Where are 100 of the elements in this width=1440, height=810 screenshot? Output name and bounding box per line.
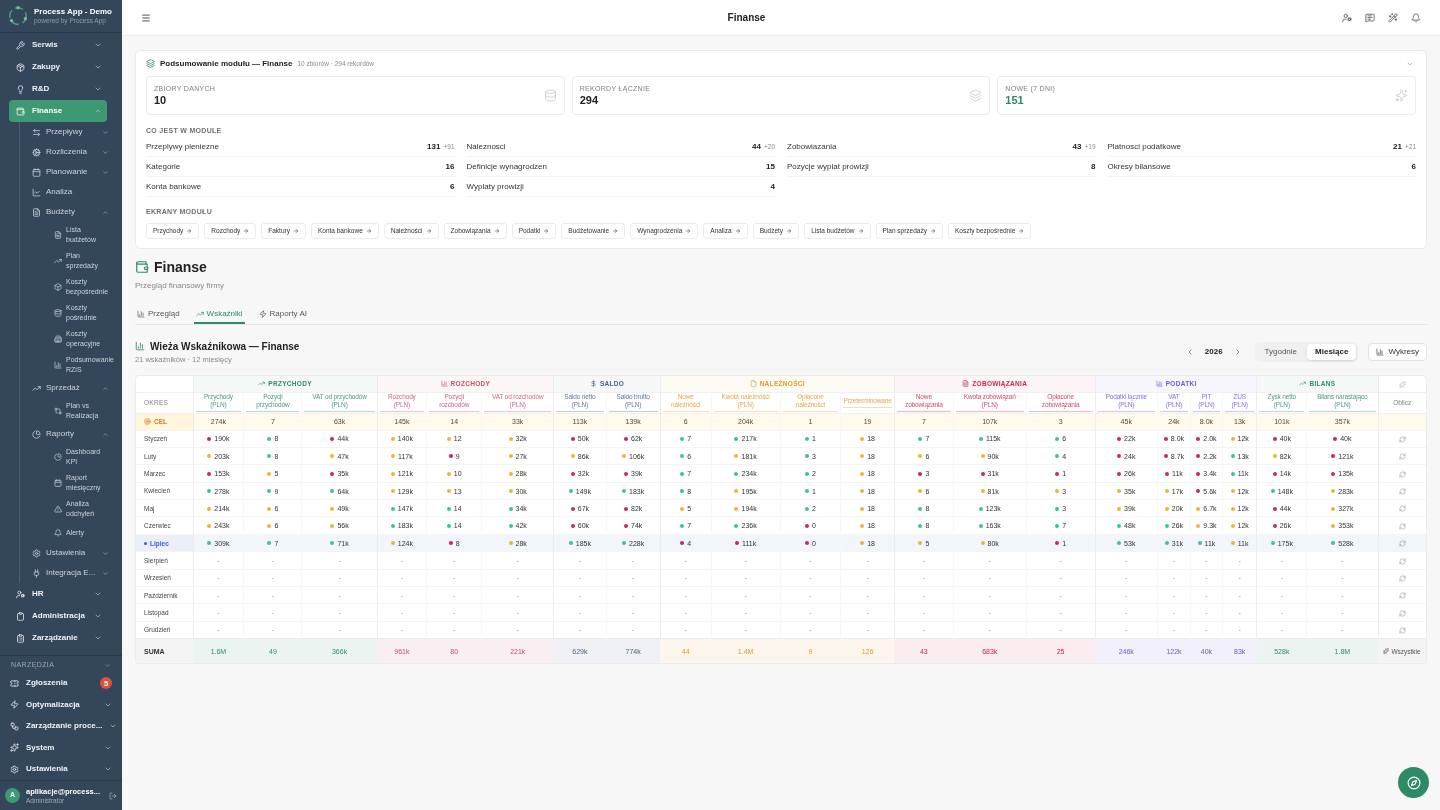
recalculate-button[interactable]	[1398, 609, 1406, 617]
bar-chart-icon	[135, 341, 145, 351]
settings-icon	[10, 764, 19, 774]
wallet-icon	[135, 260, 149, 274]
dataset-count: 6	[450, 180, 455, 193]
dataset-count: 4	[770, 180, 775, 193]
menu-button[interactable]	[141, 12, 151, 23]
recalculate-button[interactable]	[1398, 592, 1406, 600]
nav-item[interactable]: Optymalizacja	[0, 694, 122, 716]
arrow-right-icon	[493, 228, 500, 234]
dataset-name: Konta bankowe	[146, 180, 202, 193]
period-tab[interactable]: Miesiące	[1307, 344, 1357, 360]
nav-item[interactable]: Ustawienia	[20, 543, 116, 563]
recalculate-button[interactable]	[1398, 540, 1406, 548]
recalculate-button[interactable]	[1398, 574, 1406, 582]
trend-icon	[195, 309, 204, 318]
arrow-right-icon	[786, 228, 793, 234]
sparkles-icon	[1395, 89, 1408, 102]
document-icon	[962, 379, 970, 387]
trend-icon	[258, 379, 266, 387]
bar-chart-icon	[54, 361, 62, 369]
dataset-name: Definicje wynagrodzen	[466, 160, 547, 173]
file-icon	[749, 379, 757, 387]
dataset-count: 43	[1072, 140, 1082, 153]
compass-icon	[1406, 775, 1421, 790]
nav-item[interactable]: Analiza	[20, 182, 116, 202]
nav-item[interactable]: Budżety	[20, 202, 116, 222]
tab[interactable]: Przegląd	[135, 305, 182, 324]
recalculate-button[interactable]	[1398, 522, 1406, 530]
recalculate-button[interactable]	[1398, 470, 1406, 478]
nav-item[interactable]: Zarządzanie proce...	[0, 715, 122, 737]
wrench-icon	[16, 40, 25, 50]
dataset-count: 6	[1411, 160, 1416, 173]
dataset-name: Wyplaty prowizji	[466, 180, 524, 193]
stat-value: 151	[1005, 93, 1025, 107]
magic-button[interactable]	[1388, 12, 1398, 23]
lightning-icon	[10, 700, 19, 710]
nav-item[interactable]: Administracja	[9, 605, 107, 627]
arrows-icon	[32, 127, 41, 137]
nav-item[interactable]: R&D	[9, 78, 107, 100]
nav-item[interactable]: Finanse	[9, 100, 107, 122]
page-header-title: Finanse	[727, 11, 766, 25]
dataset-count: 8	[1091, 160, 1096, 173]
box-icon	[54, 283, 62, 291]
wallet-icon	[16, 106, 25, 116]
trend-icon	[32, 383, 41, 393]
logout-button[interactable]	[109, 791, 117, 800]
arrow-right-icon	[612, 228, 619, 234]
recalculate-button[interactable]	[1398, 557, 1406, 565]
cog-icon	[32, 147, 41, 157]
nav-item[interactable]: HR	[9, 583, 107, 605]
nav-item[interactable]: Rozliczenia	[20, 142, 116, 162]
notifications-button[interactable]	[1411, 12, 1421, 23]
recalculate-button[interactable]	[1398, 505, 1406, 513]
pie-chart-icon	[32, 429, 41, 439]
lightbulb-icon	[16, 84, 25, 94]
nav-item[interactable]: Planowanie	[20, 162, 116, 182]
calendar-icon	[32, 167, 41, 177]
recalculate-button[interactable]	[1398, 453, 1406, 461]
dataset-name: Zobowiazania	[787, 140, 837, 153]
nav-item[interactable]: Sprzedaż	[20, 378, 116, 398]
refresh-icon	[1398, 627, 1406, 635]
arrow-right-icon	[857, 228, 864, 234]
arrow-right-icon	[292, 228, 299, 234]
nav-item[interactable]: System	[0, 737, 122, 759]
dataset-name: Okresy bilansowe	[1107, 160, 1171, 173]
period-tab[interactable]: Tygodnie	[1256, 344, 1306, 360]
recalculate-button[interactable]	[1398, 435, 1406, 443]
arrow-right-icon	[1018, 228, 1025, 234]
calendar-icon	[54, 479, 62, 487]
refresh-icon	[1398, 574, 1406, 582]
dataset-count: 15	[766, 160, 775, 173]
trend-icon	[1299, 379, 1307, 387]
bar-chart-icon	[1376, 348, 1385, 356]
dataset-count: 21	[1393, 140, 1402, 153]
nav-item[interactable]: Zakupy	[9, 56, 107, 78]
pie-chart-icon	[54, 453, 62, 461]
recalculate-button[interactable]	[1398, 488, 1406, 495]
arrow-right-icon	[685, 228, 692, 234]
bar-chart-icon	[440, 379, 448, 387]
nav-item[interactable]: Ustawienia	[0, 758, 122, 780]
refresh-icon	[1398, 557, 1406, 565]
nav-item[interactable]: Raporty	[20, 424, 116, 444]
message-icon	[1365, 12, 1375, 23]
dataset-name: Pozycje wyplat prowizji	[787, 160, 869, 173]
dataset-count: 44	[752, 140, 761, 153]
tab[interactable]: Wskaźniki	[193, 305, 245, 324]
ticket-icon	[10, 678, 19, 688]
nav-item[interactable]: Integracja E...	[20, 563, 116, 583]
nav-item[interactable]: Przepływy	[20, 122, 116, 142]
dataset-name: Kategorie	[146, 160, 181, 173]
recalculate-button[interactable]	[1398, 627, 1406, 635]
nav-item[interactable]: Serwis	[9, 34, 107, 56]
tab[interactable]: Raporty AI	[256, 305, 309, 324]
database-icon	[543, 89, 557, 102]
user-settings-button[interactable]	[1342, 12, 1352, 23]
charts-button[interactable]: Wykresy	[1368, 343, 1427, 361]
year-label: 2026	[1204, 346, 1223, 358]
nav-item[interactable]: Zarządzanie	[9, 627, 107, 649]
messages-button[interactable]	[1365, 12, 1375, 23]
